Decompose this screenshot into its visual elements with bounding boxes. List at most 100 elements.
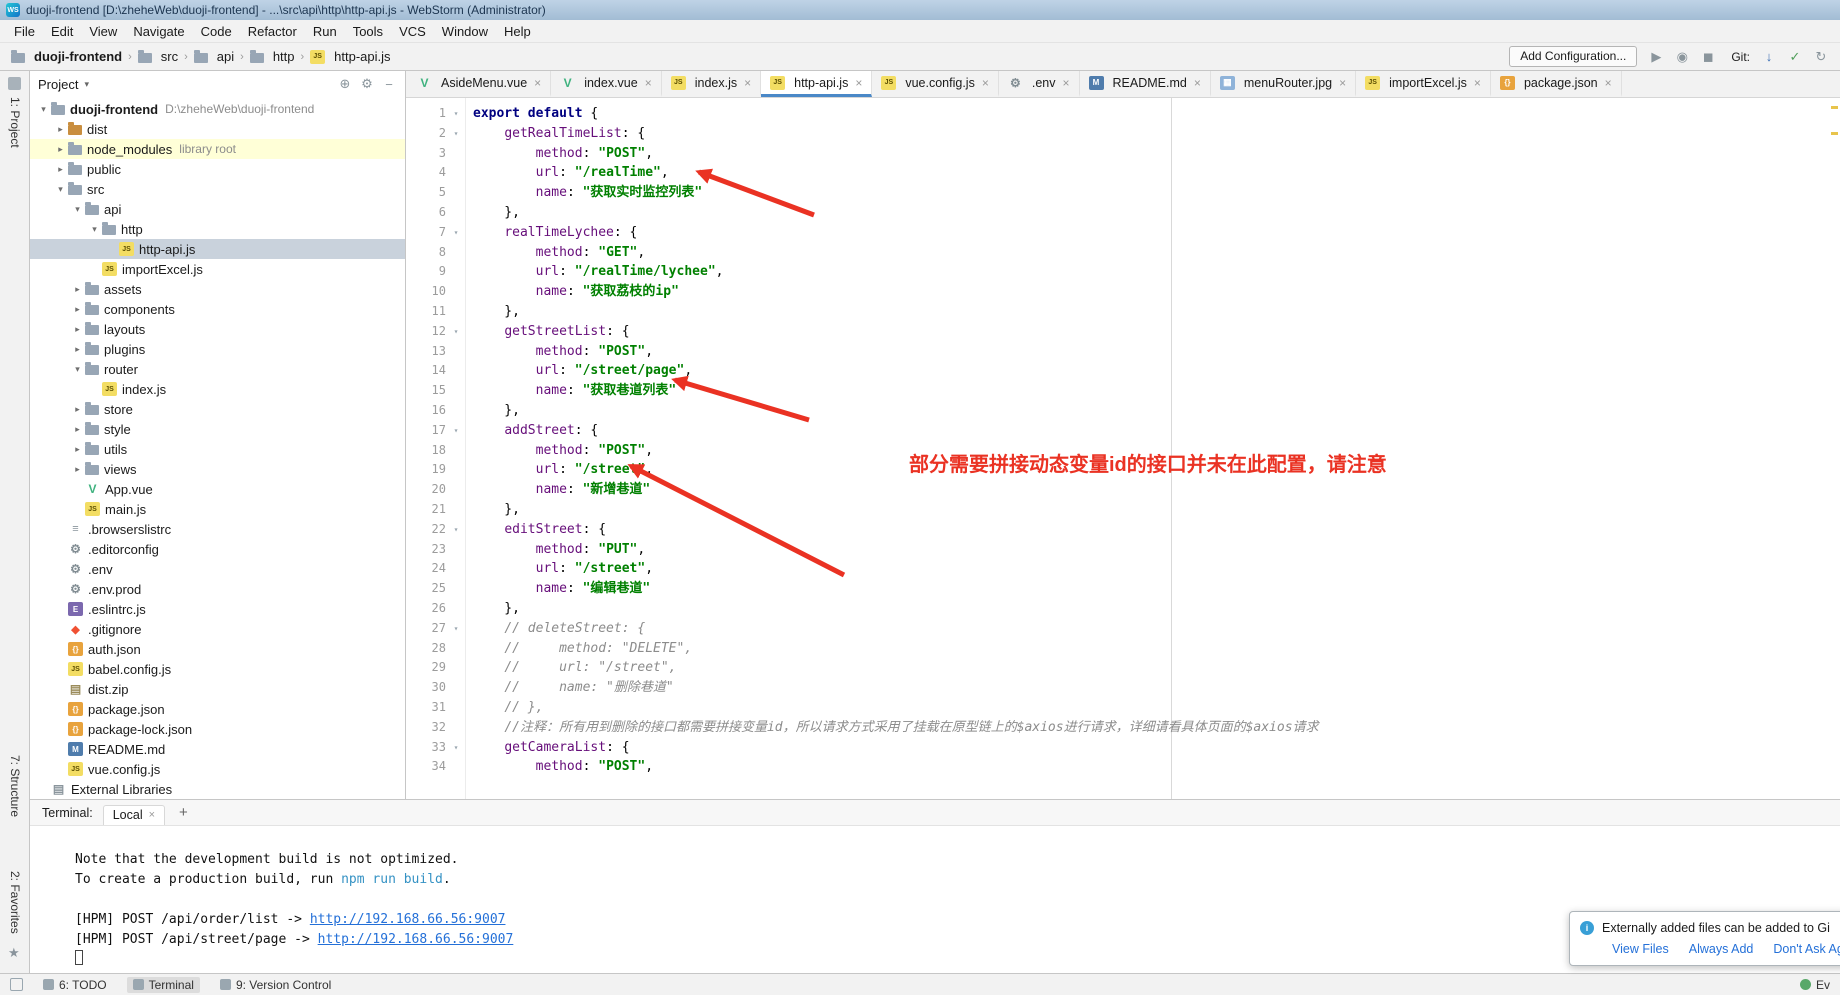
tree-item-package.json[interactable]: {}package.json: [30, 699, 405, 719]
fold-icon[interactable]: ▾: [446, 520, 466, 540]
history-icon[interactable]: ↻: [1812, 49, 1830, 65]
locate-icon[interactable]: ⊕: [337, 76, 353, 92]
tree-item-app.vue[interactable]: VApp.vue: [30, 479, 405, 499]
tree-item-store[interactable]: ▸store: [30, 399, 405, 419]
favorites-star-icon[interactable]: ★: [8, 945, 20, 961]
tree-item-.gitignore[interactable]: ◆.gitignore: [30, 619, 405, 639]
tree-item-public[interactable]: ▸public: [30, 159, 405, 179]
terminal-link[interactable]: http://192.168.66.56:9007: [318, 932, 514, 947]
close-icon[interactable]: ×: [1339, 76, 1346, 90]
run-icon[interactable]: ▶: [1647, 49, 1665, 65]
breadcrumb-item-duoji-frontend[interactable]: duoji-frontend: [8, 48, 125, 65]
breadcrumb-item-http-api.js[interactable]: JShttp-api.js: [307, 48, 393, 65]
menu-item-tools[interactable]: Tools: [345, 22, 391, 41]
project-panel-title[interactable]: Project: [38, 77, 78, 92]
fold-icon[interactable]: ▾: [446, 738, 466, 758]
tree-item-.env.prod[interactable]: ⚙.env.prod: [30, 579, 405, 599]
menu-item-view[interactable]: View: [81, 22, 125, 41]
breadcrumb-item-src[interactable]: src: [135, 48, 181, 65]
tab-vue.config.js[interactable]: JSvue.config.js×: [872, 71, 999, 97]
tree-item-dist[interactable]: ▸dist: [30, 119, 405, 139]
debug-icon[interactable]: ◉: [1673, 49, 1691, 65]
menu-item-file[interactable]: File: [6, 22, 43, 41]
tree-item-duoji-frontend[interactable]: ▾duoji-frontendD:\zheheWeb\duoji-fronten…: [30, 99, 405, 119]
project-toolwindow-icon[interactable]: [8, 77, 21, 90]
tree-collapsed-icon[interactable]: ▸: [70, 284, 85, 295]
tree-item-components[interactable]: ▸components: [30, 299, 405, 319]
tree-expanded-icon[interactable]: ▾: [53, 184, 68, 195]
fold-icon[interactable]: ▾: [446, 124, 466, 144]
tree-item-main.js[interactable]: JSmain.js: [30, 499, 405, 519]
tab-asidemenu.vue[interactable]: VAsideMenu.vue×: [408, 71, 551, 97]
tree-collapsed-icon[interactable]: ▸: [70, 424, 85, 435]
tree-item-auth.json[interactable]: {}auth.json: [30, 639, 405, 659]
tree-collapsed-icon[interactable]: ▸: [70, 304, 85, 315]
tree-item-.eslintrc.js[interactable]: E.eslintrc.js: [30, 599, 405, 619]
tree-item-external-libraries[interactable]: ▤External Libraries: [30, 779, 405, 799]
breadcrumb-item-api[interactable]: api: [191, 48, 237, 65]
toolwindow-button-project[interactable]: 1: Project: [8, 97, 22, 148]
notification-link-view-files[interactable]: View Files: [1612, 942, 1669, 956]
menu-item-help[interactable]: Help: [496, 22, 539, 41]
add-configuration-button[interactable]: Add Configuration...: [1509, 46, 1637, 67]
tree-expanded-icon[interactable]: ▾: [36, 104, 51, 115]
fold-icon[interactable]: ▾: [446, 421, 466, 441]
event-log-icon[interactable]: [1800, 979, 1811, 990]
new-terminal-button[interactable]: +: [175, 804, 192, 821]
tree-item-router[interactable]: ▾router: [30, 359, 405, 379]
hide-icon[interactable]: −: [381, 77, 397, 92]
chevron-down-icon[interactable]: ▾: [84, 79, 89, 90]
tree-collapsed-icon[interactable]: ▸: [70, 404, 85, 415]
tree-item-style[interactable]: ▸style: [30, 419, 405, 439]
close-icon[interactable]: ×: [982, 76, 989, 90]
notification-link-always-add[interactable]: Always Add: [1689, 942, 1754, 956]
tree-item-.editorconfig[interactable]: ⚙.editorconfig: [30, 539, 405, 559]
tree-item-package-lock.json[interactable]: {}package-lock.json: [30, 719, 405, 739]
terminal-link[interactable]: http://192.168.66.56:9007: [310, 912, 506, 927]
tree-item-.env[interactable]: ⚙.env: [30, 559, 405, 579]
tree-collapsed-icon[interactable]: ▸: [70, 324, 85, 335]
tree-item-dist.zip[interactable]: ▤dist.zip: [30, 679, 405, 699]
tab-http-api.js[interactable]: JShttp-api.js×: [761, 71, 872, 97]
menu-item-window[interactable]: Window: [434, 22, 496, 41]
terminal-tab-local[interactable]: Local ×: [103, 805, 165, 825]
tree-item-layouts[interactable]: ▸layouts: [30, 319, 405, 339]
fold-icon[interactable]: ▾: [446, 104, 466, 124]
menu-item-edit[interactable]: Edit: [43, 22, 81, 41]
tree-collapsed-icon[interactable]: ▸: [53, 164, 68, 175]
tree-item-src[interactable]: ▾src: [30, 179, 405, 199]
close-icon[interactable]: ×: [149, 809, 155, 821]
tree-collapsed-icon[interactable]: ▸: [53, 124, 68, 135]
tab-menurouter.jpg[interactable]: ▦menuRouter.jpg×: [1211, 71, 1356, 97]
tree-item-views[interactable]: ▸views: [30, 459, 405, 479]
toolwindow-button-favorites[interactable]: 2: Favorites: [8, 871, 22, 934]
menu-item-code[interactable]: Code: [193, 22, 240, 41]
status-item-6-todo[interactable]: 6: TODO: [37, 977, 113, 993]
toolwindow-toggle-icon[interactable]: [10, 978, 23, 991]
fold-icon[interactable]: ▾: [446, 223, 466, 243]
tree-item-index.js[interactable]: JSindex.js: [30, 379, 405, 399]
tree-item-api[interactable]: ▾api: [30, 199, 405, 219]
tree-expanded-icon[interactable]: ▾: [70, 204, 85, 215]
tree-item-importexcel.js[interactable]: JSimportExcel.js: [30, 259, 405, 279]
tree-collapsed-icon[interactable]: ▸: [70, 344, 85, 355]
close-icon[interactable]: ×: [1474, 76, 1481, 90]
tree-expanded-icon[interactable]: ▾: [70, 364, 85, 375]
close-icon[interactable]: ×: [855, 76, 862, 90]
menu-item-run[interactable]: Run: [305, 22, 345, 41]
tree-item-utils[interactable]: ▸utils: [30, 439, 405, 459]
tree-collapsed-icon[interactable]: ▸: [70, 444, 85, 455]
close-icon[interactable]: ×: [645, 76, 652, 90]
commit-icon[interactable]: ✓: [1786, 49, 1804, 65]
code-editor[interactable]: 1▾export default {2▾ getRealTimeList: {3…: [406, 98, 1840, 799]
tab-readme.md[interactable]: MREADME.md×: [1080, 71, 1211, 97]
tab-.env[interactable]: ⚙.env×: [999, 71, 1080, 97]
toolwindow-button-structure[interactable]: 7: Structure: [8, 755, 22, 817]
tree-item-readme.md[interactable]: MREADME.md: [30, 739, 405, 759]
close-icon[interactable]: ×: [744, 76, 751, 90]
notification-link-don-t-ask-agai[interactable]: Don't Ask Agai: [1773, 942, 1840, 956]
tree-item-http-api.js[interactable]: JShttp-api.js: [30, 239, 405, 259]
breadcrumb-item-http[interactable]: http: [247, 48, 298, 65]
editor-scrollbar[interactable]: [1828, 98, 1840, 799]
tree-item-http[interactable]: ▾http: [30, 219, 405, 239]
